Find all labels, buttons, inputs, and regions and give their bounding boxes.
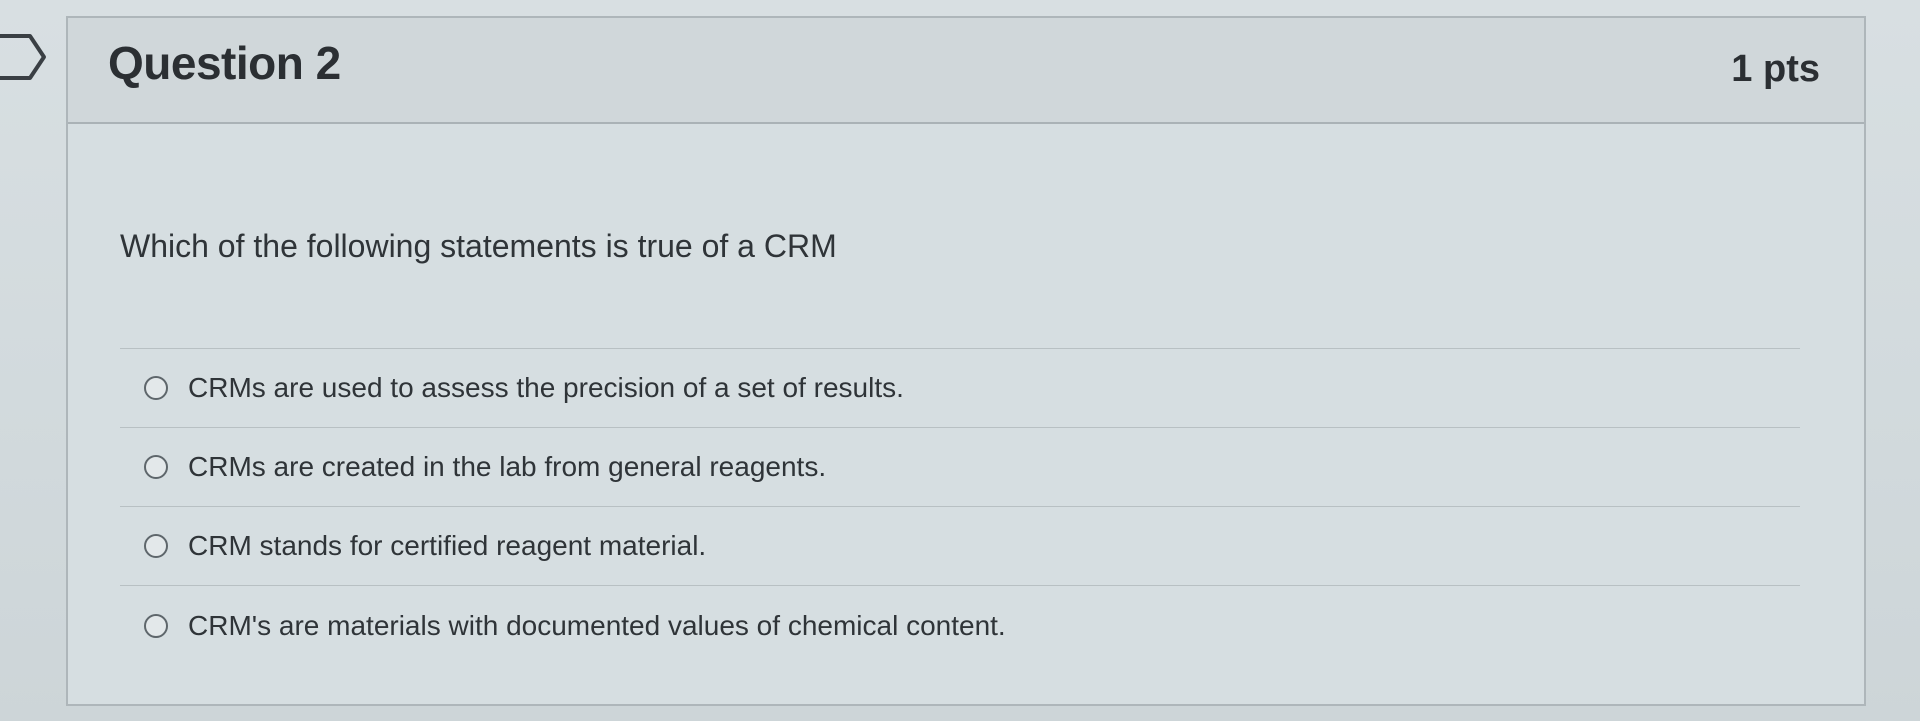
radio-circle-icon[interactable]	[144, 613, 168, 638]
radio-circle-icon[interactable]	[144, 455, 168, 479]
answer-option[interactable]: CRMs are used to assess the precision of…	[120, 349, 1800, 428]
bookmark-flag-icon[interactable]	[0, 34, 48, 80]
answer-option[interactable]: CRMs are created in the lab from general…	[120, 428, 1800, 507]
answer-label: CRM's are materials with documented valu…	[188, 609, 1006, 641]
question-card: Question 2 1 pts Which of the following …	[66, 16, 1866, 706]
answer-list: CRMs are used to assess the precision of…	[120, 348, 1800, 665]
answer-option[interactable]: CRM's are materials with documented valu…	[120, 586, 1800, 665]
answer-label: CRMs are created in the lab from general…	[188, 451, 827, 482]
radio-circle-icon[interactable]	[144, 534, 168, 558]
question-header: Question 2 1 pts	[68, 18, 1864, 124]
question-text: Which of the following statements is tru…	[120, 228, 837, 264]
answer-label: CRMs are used to assess the precision of…	[188, 372, 904, 403]
radio-circle-icon[interactable]	[144, 376, 168, 400]
question-body: Which of the following statements is tru…	[68, 124, 1864, 704]
answer-label: CRM stands for certified reagent materia…	[188, 530, 707, 561]
question-title: Question 2	[108, 37, 341, 89]
points-label: 1 pts	[1731, 48, 1820, 90]
answer-option[interactable]: CRM stands for certified reagent materia…	[120, 507, 1800, 586]
